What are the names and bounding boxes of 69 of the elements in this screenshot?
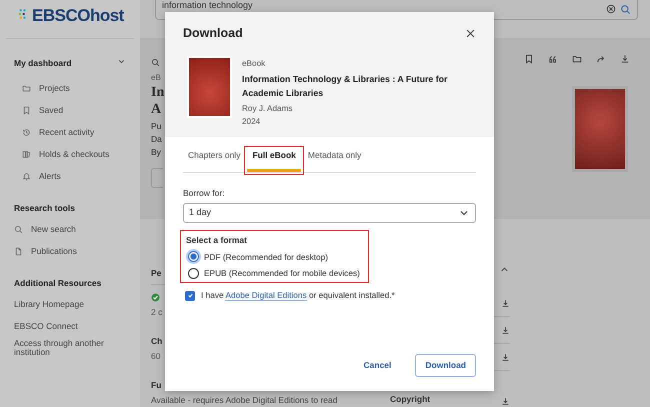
detail-label: Fu (151, 378, 161, 392)
download-icon (620, 54, 630, 64)
bell-icon (22, 172, 31, 182)
download-icon (501, 397, 510, 406)
record-meta: Pu (151, 120, 161, 133)
sidebar-item[interactable]: Holds & checkouts (39, 148, 110, 162)
search-icon (14, 225, 23, 234)
detail-value: 60 (151, 350, 161, 362)
checkbox[interactable] (185, 290, 195, 301)
sidebar-item[interactable]: Saved (39, 104, 64, 118)
books-icon (22, 150, 31, 160)
book-cover (187, 56, 232, 118)
sidebar-item[interactable]: Projects (39, 82, 70, 96)
dialog-title: Download (183, 25, 243, 42)
section-title: Research tools (14, 202, 75, 214)
status-text: 2 c (151, 306, 161, 319)
record-type: eB (151, 72, 161, 84)
book-year: 2024 (242, 116, 262, 128)
sidebar-item[interactable]: Recent activity (39, 126, 94, 140)
search-value: information technology (162, 0, 253, 10)
tab[interactable]: Metadata only (302, 149, 366, 172)
tab[interactable]: Full eBook (247, 149, 301, 172)
download-button[interactable]: Download (415, 354, 476, 377)
radio-button[interactable] (188, 251, 199, 262)
record-meta: By (151, 146, 161, 159)
sidebar-item[interactable]: Alerts (39, 170, 61, 184)
check-icon (186, 292, 194, 300)
check-icon (151, 293, 160, 302)
record-title: A (151, 100, 161, 118)
resource-link[interactable]: Library Homepage (14, 300, 84, 309)
tab[interactable]: Chapters only (183, 149, 246, 172)
resource-link[interactable]: EBSCO Connect (14, 322, 78, 331)
field-label: Borrow for: (183, 187, 226, 200)
radio-label: PDF (Recommended for desktop) (204, 250, 328, 263)
resource-link[interactable]: Access through another institution (14, 338, 134, 358)
logo-text: EBSCOhost (32, 5, 124, 27)
format-label: Select a format (186, 234, 248, 246)
bookmark-icon (22, 106, 31, 116)
download-icon (501, 326, 510, 334)
section-title[interactable]: My dashboard (14, 57, 72, 70)
close-button[interactable] (465, 28, 476, 39)
borrow-select[interactable]: 1 day (183, 202, 476, 223)
cancel-button[interactable]: Cancel (358, 358, 398, 373)
section-title: Additional Resources (14, 276, 102, 290)
detail-value: Available - requires Adobe Digital Editions to read (151, 394, 338, 407)
radio-label: EPUB (Recommended for mobile devices) (204, 266, 360, 280)
copyright-label: Copyright (390, 393, 430, 406)
search-icon (151, 58, 160, 67)
detail-label: Ch (151, 335, 161, 348)
sidebar-item[interactable]: Publications (31, 245, 77, 258)
folder-icon (572, 54, 582, 64)
share-icon (596, 54, 606, 64)
book-title: Information Technology & Libraries : A Future for Academic Libraries (242, 73, 448, 100)
history-icon (22, 128, 31, 138)
radio-button[interactable] (188, 268, 199, 279)
quote-icon (548, 54, 558, 64)
record-meta: Da (151, 132, 161, 146)
search-icon (620, 4, 631, 15)
sidebar-item[interactable]: New search (31, 223, 76, 236)
clear-icon (606, 4, 616, 14)
document-icon (14, 247, 23, 256)
download-icon (501, 352, 510, 362)
agreement-text: I have Adobe Digital Editions or equivalent installed.* (201, 289, 395, 302)
download-icon (501, 298, 510, 308)
book-type: eBook (242, 58, 266, 70)
bookmark-icon (524, 54, 534, 64)
folder-icon (22, 84, 31, 94)
book-author: Roy J. Adams (242, 103, 294, 116)
adobe-link[interactable]: Adobe Digital Editions (225, 290, 307, 302)
